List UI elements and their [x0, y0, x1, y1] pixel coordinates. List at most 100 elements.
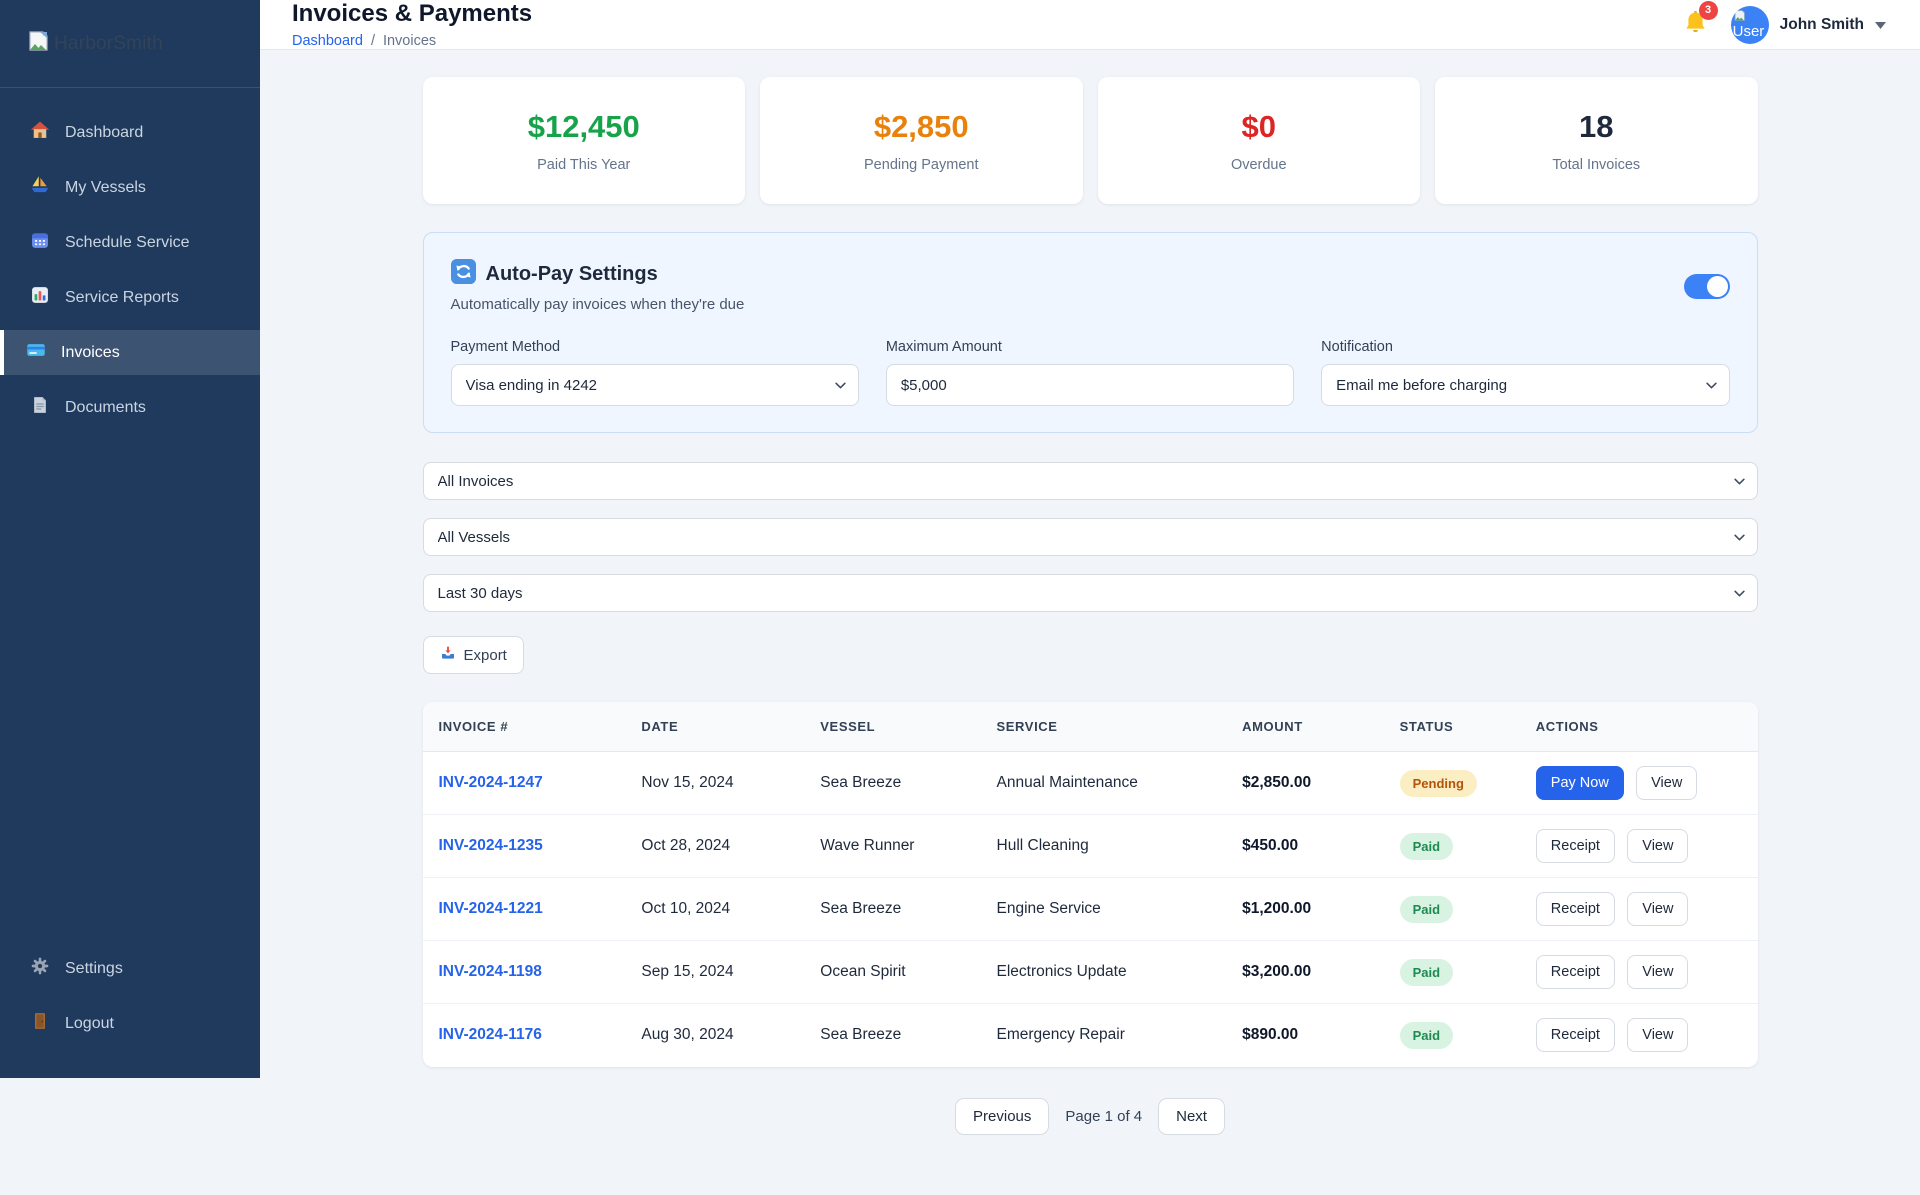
invoice-service: Electronics Update: [980, 940, 1227, 1004]
broken-image-icon: [1734, 9, 1745, 21]
document-icon: [30, 395, 50, 420]
view-button[interactable]: View: [1627, 892, 1689, 926]
export-label: Export: [463, 646, 507, 664]
invoice-number-link[interactable]: INV-2024-1176: [439, 1026, 542, 1043]
broken-image-icon: [26, 29, 50, 58]
column-header-status: STATUS: [1383, 702, 1520, 752]
notification-label: Notification: [1321, 339, 1393, 355]
maximum-amount-input[interactable]: [885, 364, 1295, 406]
date-range-filter-select[interactable]: Last 30 days: [422, 574, 1758, 612]
bar-chart-icon: [30, 285, 50, 310]
calendar-icon: [30, 230, 50, 255]
export-button[interactable]: Export: [422, 636, 524, 674]
invoice-date: Nov 15, 2024: [625, 751, 805, 815]
sidebar-item-schedule-service[interactable]: Schedule Service: [0, 220, 260, 265]
vessel-filter-select[interactable]: All Vessels: [422, 518, 1758, 556]
column-header-date: DATE: [625, 702, 805, 752]
topbar-right: 3 User John Smith: [1682, 0, 1886, 44]
invoice-number-link[interactable]: INV-2024-1235: [439, 837, 543, 854]
card-label: Total Invoices: [1552, 156, 1641, 173]
card-pending-payment: $2,850 Pending Payment: [760, 77, 1083, 204]
view-button[interactable]: View: [1636, 766, 1698, 800]
page-title: Invoices & Payments: [292, 0, 533, 27]
table-row: INV-2024-1198 Sep 15, 2024 Ocean Spirit …: [422, 940, 1758, 1004]
card-overdue: $0 Overdue: [1097, 77, 1420, 204]
sidebar-item-invoices[interactable]: Invoices: [0, 330, 260, 375]
next-page-button[interactable]: Next: [1158, 1097, 1225, 1135]
sidebar-item-label: Dashboard: [65, 123, 144, 141]
breadcrumb-current: Invoices: [382, 33, 437, 49]
card-value: $2,850: [873, 108, 969, 144]
invoice-number-link[interactable]: INV-2024-1247: [439, 774, 543, 791]
sidebar-nav: Dashboard My Vessels Schedule Service Se…: [0, 88, 260, 440]
view-button[interactable]: View: [1627, 829, 1689, 863]
column-header-amount: AMOUNT: [1226, 702, 1384, 752]
autopay-title-block: Auto-Pay Settings Automatically pay invo…: [450, 259, 744, 313]
bell-icon: [1682, 10, 1709, 40]
toggle-knob: [1706, 275, 1728, 297]
receipt-button[interactable]: Receipt: [1535, 892, 1615, 926]
notification-select[interactable]: Email me before charging: [1321, 364, 1730, 406]
sidebar-item-label: Documents: [65, 398, 146, 416]
invoice-service: Emergency Repair: [996, 1026, 1125, 1044]
column-header-actions: ACTIONS: [1519, 702, 1758, 752]
receipt-button[interactable]: Receipt: [1535, 829, 1615, 863]
status-badge: Paid: [1399, 1021, 1454, 1049]
pay-now-button[interactable]: Pay Now: [1535, 766, 1624, 800]
sidebar-item-documents[interactable]: Documents: [0, 385, 260, 430]
notification-count-badge: 3: [1698, 0, 1718, 20]
invoice-amount: $450.00: [1242, 837, 1299, 854]
view-button[interactable]: View: [1627, 1018, 1689, 1053]
maximum-amount-label: Maximum Amount: [885, 339, 1002, 355]
sidebar-item-label: My Vessels: [65, 178, 146, 196]
sidebar-item-label: Invoices: [61, 343, 120, 361]
sidebar-item-label: Schedule Service: [65, 233, 190, 251]
invoice-status-filter-select[interactable]: All Invoices: [422, 462, 1758, 500]
invoice-date: Sep 15, 2024: [625, 940, 805, 1004]
receipt-button[interactable]: Receipt: [1535, 1018, 1615, 1053]
main-area: Invoices & Payments Dashboard / Invoices…: [260, 0, 1920, 1135]
export-tray-icon: [440, 645, 456, 665]
invoice-service: Annual Maintenance: [980, 751, 1227, 815]
card-value: 18: [1579, 108, 1614, 144]
previous-page-button[interactable]: Previous: [955, 1097, 1050, 1135]
app-shell: HarborSmith Dashboard My Vessels Schedul…: [0, 0, 1920, 1135]
invoice-amount: $890.00: [1242, 1026, 1299, 1044]
sidebar-item-logout[interactable]: Logout: [0, 1001, 260, 1046]
invoice-number-link[interactable]: INV-2024-1221: [439, 900, 543, 917]
invoice-service: Engine Service: [980, 877, 1227, 941]
brand-name: HarborSmith: [54, 32, 163, 54]
payment-method-field: Payment Method Visa ending in 4242: [450, 339, 859, 406]
invoice-vessel: Sea Breeze: [804, 751, 981, 815]
sidebar-item-label: Logout: [65, 1014, 114, 1032]
view-button[interactable]: View: [1627, 955, 1689, 989]
invoice-vessel: Sea Breeze: [820, 1026, 902, 1044]
pagination: Previous Page 1 of 4 Next: [423, 1097, 1758, 1135]
column-header-invoice: INVOICE #: [422, 702, 626, 752]
sidebar-item-settings[interactable]: Settings: [0, 946, 260, 991]
card-total-invoices: 18 Total Invoices: [1435, 77, 1758, 204]
sidebar-item-dashboard[interactable]: Dashboard: [0, 110, 260, 155]
maximum-amount-field: Maximum Amount: [885, 339, 1295, 406]
title-block: Invoices & Payments Dashboard / Invoices: [292, 0, 532, 49]
page-content: $12,450 Paid This Year $2,850 Pending Pa…: [422, 50, 1758, 1135]
sidebar-item-my-vessels[interactable]: My Vessels: [0, 165, 260, 210]
breadcrumb-dashboard-link[interactable]: Dashboard: [292, 33, 363, 49]
invoice-amount: $1,200.00: [1242, 900, 1312, 917]
autopay-toggle[interactable]: [1683, 273, 1730, 299]
gear-icon: [30, 956, 50, 981]
card-label: Overdue: [1230, 156, 1287, 173]
avatar: User: [1730, 5, 1769, 44]
invoice-number-link[interactable]: INV-2024-1198: [439, 963, 542, 980]
autopay-fields: Payment Method Visa ending in 4242 Maxim…: [450, 339, 1730, 406]
user-menu[interactable]: User John Smith: [1730, 5, 1886, 44]
invoice-service: Hull Cleaning: [980, 814, 1227, 878]
card-paid-this-year: $12,450 Paid This Year: [422, 77, 745, 204]
sidebar-item-service-reports[interactable]: Service Reports: [0, 275, 260, 320]
receipt-button[interactable]: Receipt: [1535, 955, 1615, 989]
payment-method-select[interactable]: Visa ending in 4242: [450, 364, 859, 406]
table-row: INV-2024-1176 Aug 30, 2024 Sea Breeze Em…: [423, 1004, 1758, 1067]
sidebar-item-label: Service Reports: [65, 288, 179, 306]
user-name: John Smith: [1779, 15, 1864, 33]
notifications-button[interactable]: 3: [1682, 0, 1718, 41]
